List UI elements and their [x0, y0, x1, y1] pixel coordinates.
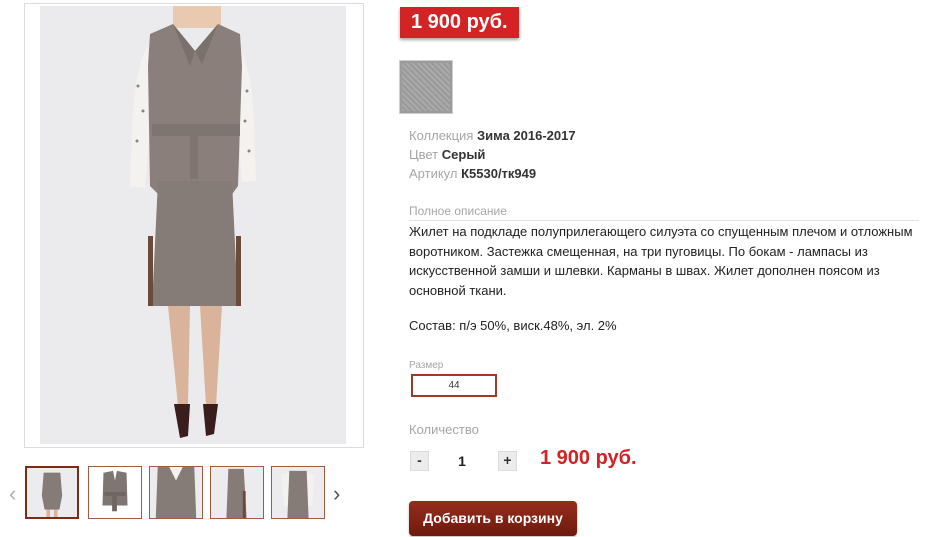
thumbnail-model-front-image [27, 468, 77, 517]
product-composition: Состав: п/э 50%, виск.48%, эл. 2% [409, 318, 617, 333]
color-row: Цвет Серый [409, 145, 485, 164]
gallery-thumbnail-1[interactable] [25, 466, 79, 519]
description-divider [409, 220, 919, 221]
total-price: 1 900 руб. [540, 447, 637, 469]
article-label: Артикул [409, 166, 458, 181]
model-photo-illustration [40, 6, 346, 444]
quantity-increase-button[interactable]: + [498, 451, 517, 471]
thumbnail-vest-flat-image [89, 467, 141, 518]
gallery-thumbnail-4[interactable] [210, 466, 264, 519]
quantity-decrease-button[interactable]: - [410, 451, 429, 471]
article-value: К5530/тк949 [461, 166, 537, 181]
add-to-cart-button[interactable]: Добавить в корзину [409, 501, 577, 536]
quantity-value[interactable]: 1 [440, 451, 484, 471]
color-label: Цвет [409, 147, 439, 162]
product-main-photo[interactable] [40, 6, 346, 444]
gallery-thumbnail-2[interactable] [88, 466, 142, 519]
collection-value: Зима 2016-2017 [476, 128, 576, 143]
size-option-button[interactable]: 44 [411, 374, 497, 397]
thumbnail-model-closeup-image [150, 467, 202, 518]
color-value: Серый [441, 147, 486, 162]
collection-row: Коллекция Зима 2016-2017 [409, 126, 576, 145]
article-row: Артикул К5530/тк949 [409, 164, 536, 183]
description-label: Полное описание [409, 204, 507, 218]
collection-label: Коллекция [409, 128, 474, 143]
main-image-frame [24, 3, 364, 448]
gallery-prev-arrow-icon[interactable]: ‹ [9, 483, 16, 505]
color-swatch[interactable] [399, 60, 453, 114]
gallery-thumbnail-5[interactable] [271, 466, 325, 519]
thumbnail-model-side-image [211, 467, 263, 518]
product-description: Жилет на подкладе полуприлегающего силуэ… [409, 224, 913, 298]
quantity-label: Количество [409, 422, 479, 437]
thumbnail-model-back-image [272, 467, 324, 518]
gallery-thumbnail-3[interactable] [149, 466, 203, 519]
gallery-next-arrow-icon[interactable]: › [333, 483, 340, 505]
size-label: Размер [409, 360, 444, 371]
price-badge: 1 900 руб. [400, 7, 519, 38]
